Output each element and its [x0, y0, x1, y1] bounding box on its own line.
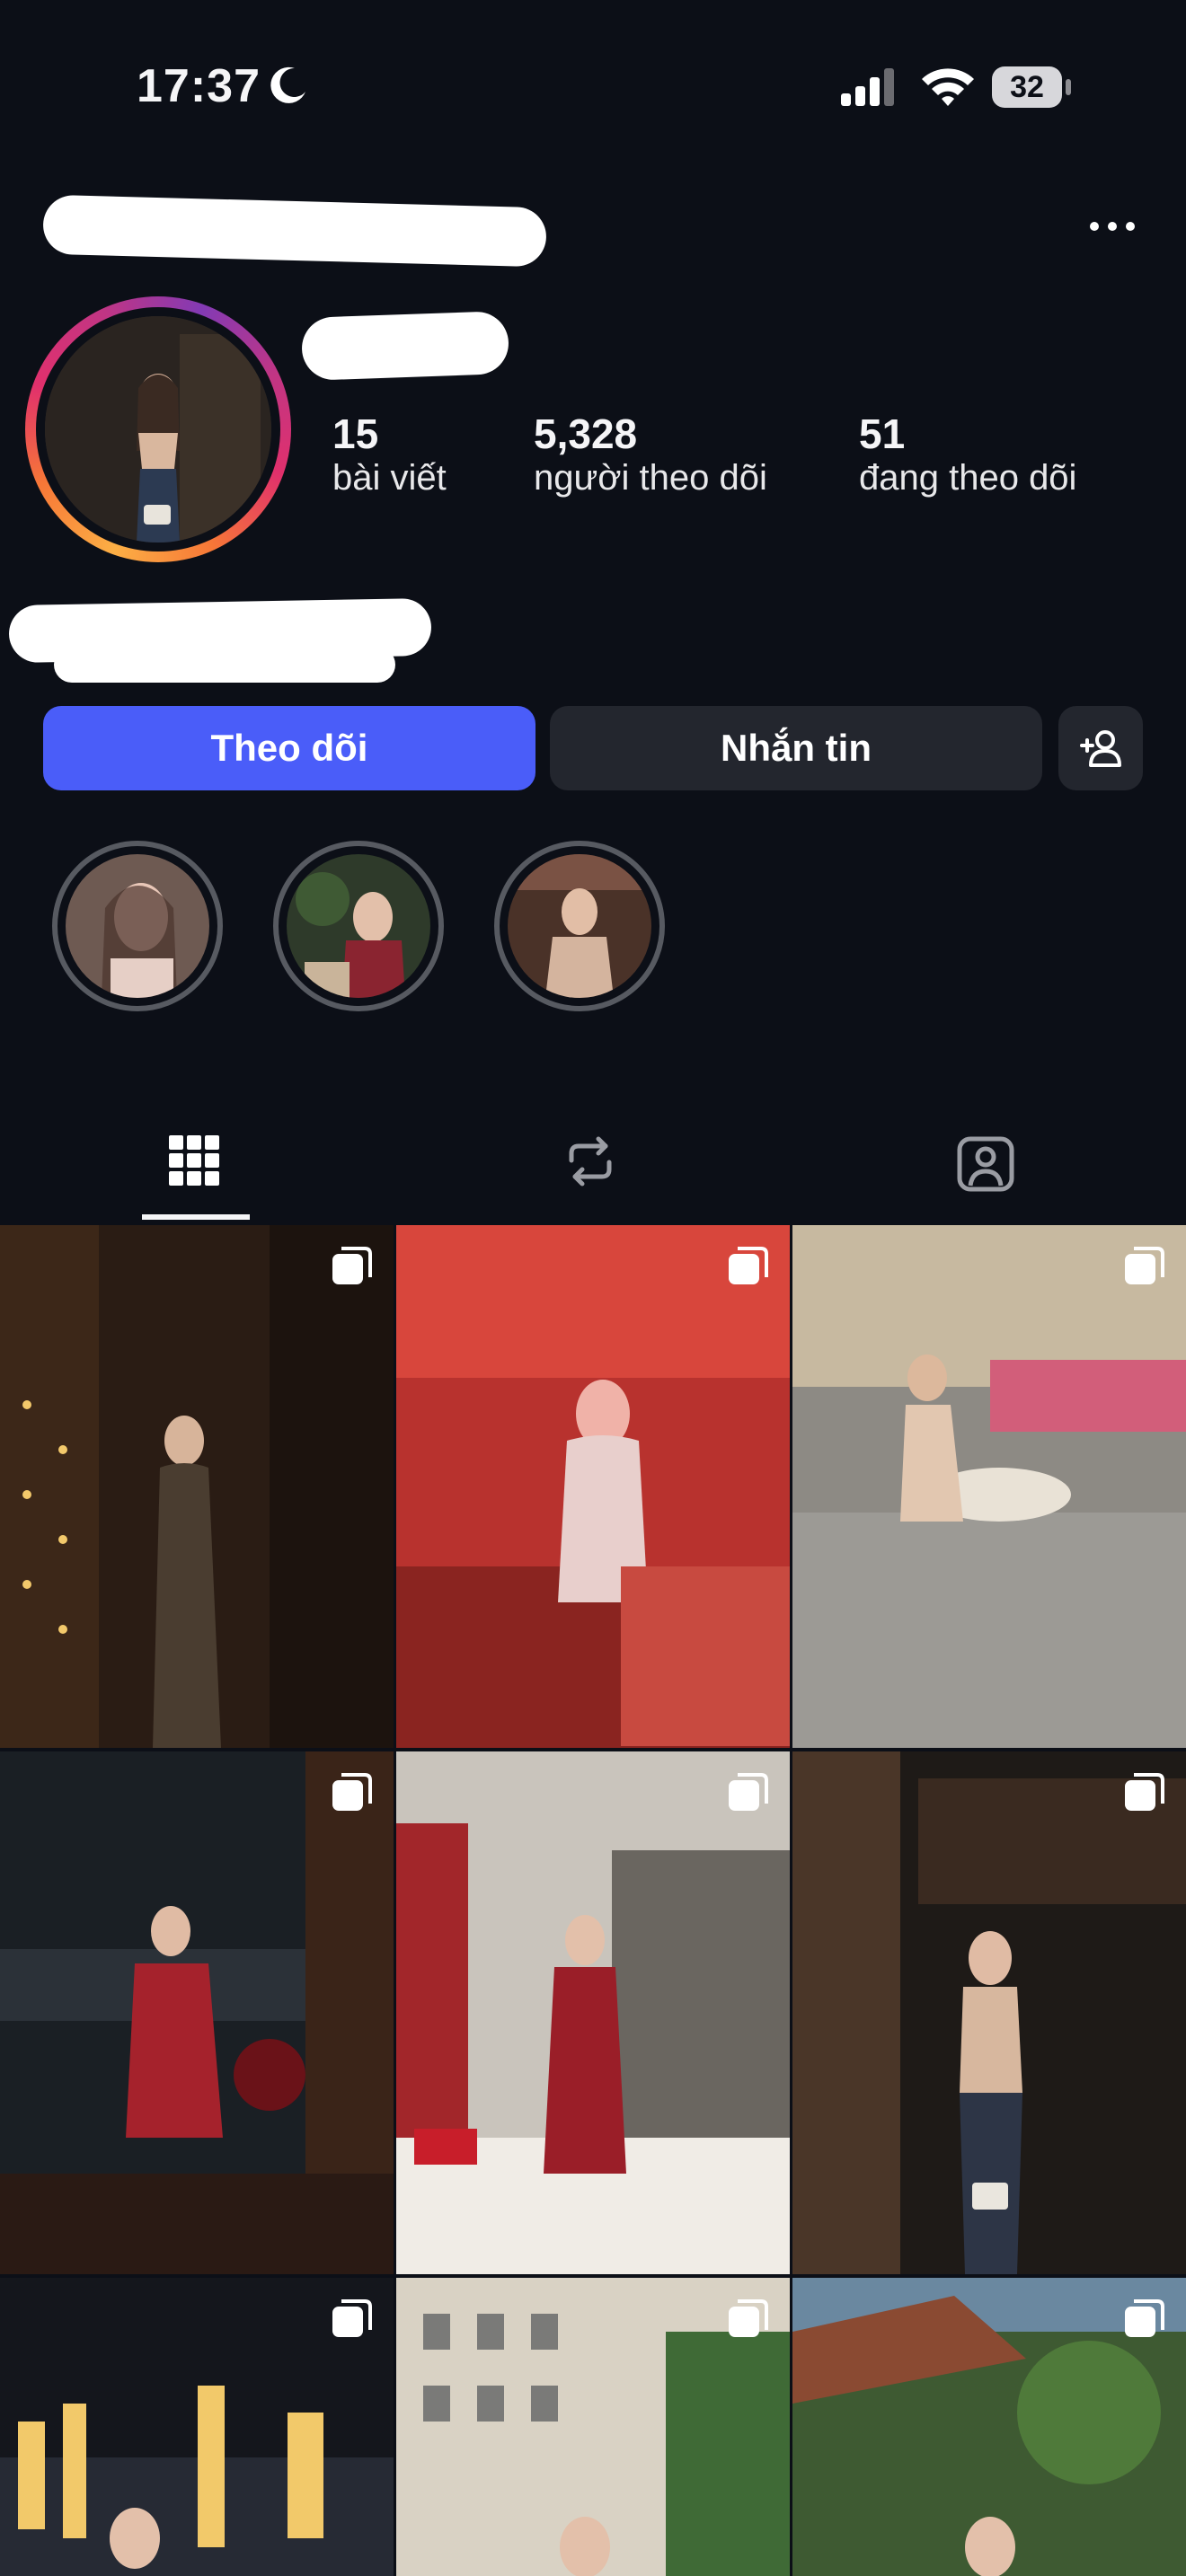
- stat-posts-label: bài viết: [332, 458, 447, 498]
- highlight-cover: [508, 854, 651, 998]
- stat-posts-count: 15: [332, 410, 379, 457]
- suggest-accounts-button[interactable]: [1058, 706, 1143, 790]
- wifi-icon: [922, 68, 974, 106]
- post-thumbnail-7[interactable]: [0, 2278, 394, 2576]
- carousel-icon: [1125, 1247, 1164, 1284]
- cellular-signal-icon: [841, 68, 894, 106]
- highlight-3[interactable]: [494, 841, 665, 1011]
- stat-followers-label: người theo dõi: [534, 458, 767, 498]
- battery-indicator: 32: [992, 66, 1073, 108]
- stat-following-label: đang theo dõi: [859, 458, 1077, 498]
- more-horizontal-icon[interactable]: [1087, 219, 1137, 234]
- highlight-1[interactable]: [52, 841, 223, 1011]
- grid-icon[interactable]: [167, 1134, 221, 1187]
- post-thumbnail-5[interactable]: [396, 1751, 790, 2274]
- avatar[interactable]: [45, 316, 271, 543]
- tagged-person-icon[interactable]: [956, 1134, 1015, 1193]
- add-person-icon: [1080, 730, 1121, 767]
- carousel-icon: [1125, 1773, 1164, 1811]
- active-tab-indicator: [142, 1214, 250, 1220]
- carousel-icon: [729, 2299, 768, 2337]
- moon-icon: [270, 66, 305, 103]
- repost-icon[interactable]: [562, 1134, 618, 1189]
- post-thumbnail-9[interactable]: [792, 2278, 1186, 2576]
- highlight-cover: [66, 854, 209, 998]
- post-thumbnail-1[interactable]: [0, 1225, 394, 1748]
- carousel-icon: [332, 2299, 372, 2337]
- carousel-icon: [1125, 2299, 1164, 2337]
- stat-posts[interactable]: 15 bài viết: [332, 410, 447, 498]
- carousel-icon: [729, 1773, 768, 1811]
- redacted-username: [42, 194, 547, 268]
- redacted-bio-line: [54, 647, 395, 683]
- carousel-icon: [332, 1247, 372, 1284]
- carousel-icon: [332, 1773, 372, 1811]
- stat-following[interactable]: 51 đang theo dõi: [859, 410, 1076, 498]
- redacted-display-name: [300, 311, 510, 381]
- post-thumbnail-6[interactable]: [792, 1751, 1186, 2274]
- post-thumbnail-8[interactable]: [396, 2278, 790, 2576]
- follow-button[interactable]: Theo dõi: [43, 706, 535, 790]
- status-time: 17:37: [137, 60, 261, 112]
- message-button[interactable]: Nhắn tin: [550, 706, 1042, 790]
- battery-level: 32: [1010, 70, 1044, 104]
- post-thumbnail-3[interactable]: [792, 1225, 1186, 1748]
- stat-following-count: 51: [859, 410, 906, 457]
- stat-followers[interactable]: 5,328 người theo dõi: [534, 410, 767, 498]
- highlight-2[interactable]: [273, 841, 444, 1011]
- carousel-icon: [729, 1247, 768, 1284]
- highlight-cover: [287, 854, 430, 998]
- stat-followers-count: 5,328: [534, 410, 638, 457]
- post-thumbnail-4[interactable]: [0, 1751, 394, 2274]
- post-thumbnail-2[interactable]: [396, 1225, 790, 1748]
